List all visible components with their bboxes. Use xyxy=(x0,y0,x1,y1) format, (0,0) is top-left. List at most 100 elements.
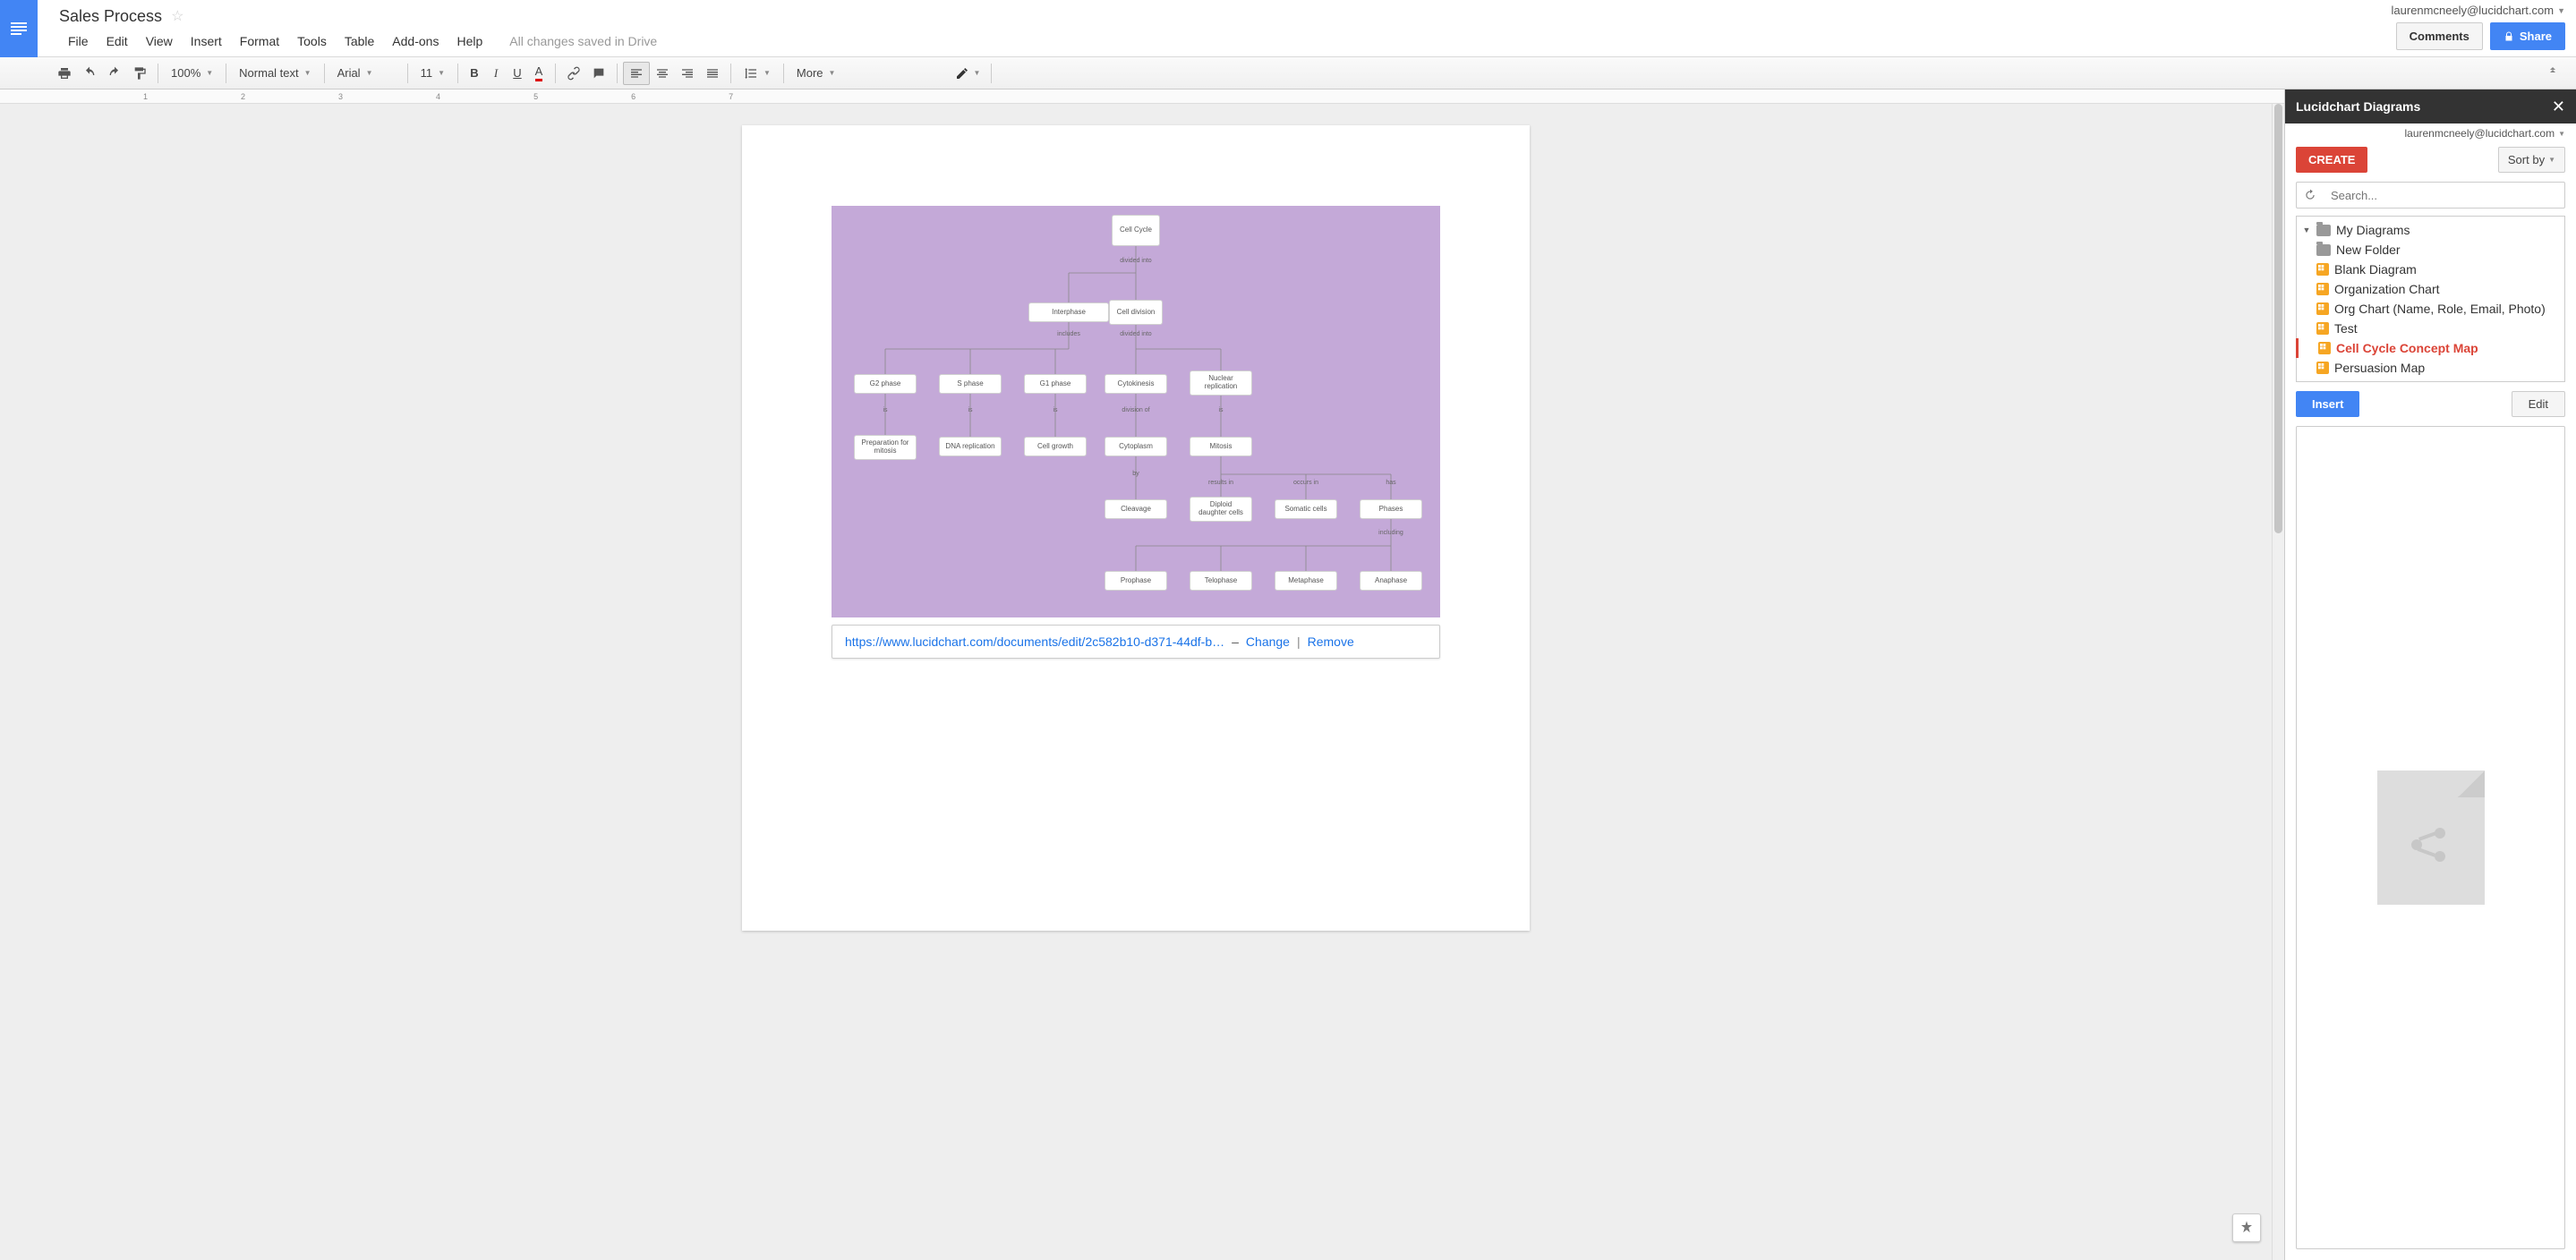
comments-button[interactable]: Comments xyxy=(2396,22,2483,50)
dg-label: divided into xyxy=(1109,331,1163,337)
create-button[interactable]: CREATE xyxy=(2296,147,2367,173)
dg-label: by xyxy=(1109,471,1163,477)
comment-button[interactable] xyxy=(586,62,611,85)
collapse-sidebar-button[interactable] xyxy=(2538,63,2567,83)
diagram-url-link[interactable]: https://www.lucidchart.com/documents/edi… xyxy=(845,634,1224,649)
star-icon[interactable]: ☆ xyxy=(171,7,183,25)
dg-label: is xyxy=(943,407,997,413)
menu-insert[interactable]: Insert xyxy=(182,30,231,52)
diagram-icon xyxy=(2316,283,2329,295)
dg-anaphase: Anaphase xyxy=(1360,571,1422,591)
explore-button[interactable] xyxy=(2232,1213,2261,1242)
docs-logo[interactable] xyxy=(0,0,38,57)
dg-label: division of xyxy=(1109,407,1163,413)
dg-somatic: Somatic cells xyxy=(1275,499,1337,519)
align-left-button[interactable] xyxy=(623,62,650,85)
undo-button[interactable] xyxy=(77,62,102,85)
dg-label: divided into xyxy=(1109,258,1163,264)
tree-item-selected[interactable]: Cell Cycle Concept Map xyxy=(2296,338,2564,358)
folder-icon xyxy=(2316,244,2331,256)
doc-title[interactable]: Sales Process xyxy=(59,7,162,26)
fontsize-dropdown[interactable]: 11▼ xyxy=(414,63,452,83)
pipe: | xyxy=(1297,634,1301,649)
tree-folder[interactable]: New Folder xyxy=(2297,240,2564,260)
menu-table[interactable]: Table xyxy=(336,30,383,52)
align-center-button[interactable] xyxy=(650,62,675,85)
insert-button[interactable]: Insert xyxy=(2296,391,2359,417)
edit-button[interactable]: Edit xyxy=(2512,391,2565,417)
tree-item[interactable]: Persuasion Map xyxy=(2297,358,2564,378)
vertical-scrollbar[interactable] xyxy=(2272,104,2284,1260)
dg-cell-cycle: Cell Cycle xyxy=(1112,215,1160,246)
diagram-tree: ▼ My Diagrams New Folder Blank Diagram O… xyxy=(2296,216,2565,382)
refresh-icon[interactable] xyxy=(2297,189,2324,201)
sidebar-user[interactable]: laurenmcneely@lucidchart.com ▼ xyxy=(2285,123,2576,141)
link-button[interactable] xyxy=(561,62,586,85)
share-label: Share xyxy=(2520,30,2552,43)
underline-button[interactable]: U xyxy=(507,62,528,85)
menu-format[interactable]: Format xyxy=(231,30,288,52)
dg-prophase: Prophase xyxy=(1105,571,1167,591)
tree-item[interactable]: Org Chart (Name, Role, Email, Photo) xyxy=(2297,299,2564,319)
user-account[interactable]: laurenmcneely@lucidchart.com ▼ xyxy=(2392,4,2565,17)
menu-addons[interactable]: Add-ons xyxy=(383,30,448,52)
dg-telophase: Telophase xyxy=(1190,571,1252,591)
change-link[interactable]: Change xyxy=(1246,634,1290,649)
dg-prep: Preparation for mitosis xyxy=(854,435,917,460)
diagram-icon xyxy=(2316,302,2329,315)
print-button[interactable] xyxy=(52,62,77,85)
dg-growth: Cell growth xyxy=(1024,437,1087,456)
dg-phases: Phases xyxy=(1360,499,1422,519)
line-spacing-button[interactable]: ▼ xyxy=(737,63,778,84)
caret-down-icon: ▼ xyxy=(2548,156,2555,164)
menu-edit[interactable]: Edit xyxy=(98,30,137,52)
chevron-down-icon: ▼ xyxy=(2302,226,2311,234)
bold-button[interactable]: B xyxy=(464,62,485,85)
toolbar: 100%▼ Normal text▼ Arial▼ 11▼ B I U A ▼ … xyxy=(0,57,2576,89)
dg-label: including xyxy=(1364,530,1418,536)
diagram-image[interactable]: Cell Cycle divided into Interphase Cell … xyxy=(832,206,1440,617)
dg-interphase: Interphase xyxy=(1028,302,1109,322)
folder-icon xyxy=(2316,225,2331,236)
dg-mitosis: Mitosis xyxy=(1190,437,1252,456)
dg-dna: DNA replication xyxy=(939,437,1002,456)
caret-down-icon: ▼ xyxy=(2557,6,2565,15)
text-color-button[interactable]: A xyxy=(528,62,550,85)
tree-item[interactable]: Test xyxy=(2297,319,2564,338)
editing-mode-button[interactable]: ▼ xyxy=(950,62,985,85)
menu-file[interactable]: File xyxy=(59,30,98,52)
menu-help[interactable]: Help xyxy=(448,30,491,52)
share-button[interactable]: Share xyxy=(2490,22,2565,50)
tree-item[interactable]: Blank Diagram xyxy=(2297,260,2564,279)
lucidchart-sidebar: Lucidchart Diagrams ✕ laurenmcneely@luci… xyxy=(2284,89,2576,1260)
dg-g1: G1 phase xyxy=(1024,374,1087,394)
dg-diploid: Diploid daughter cells xyxy=(1190,497,1252,522)
remove-link[interactable]: Remove xyxy=(1308,634,1354,649)
more-button[interactable]: More▼ xyxy=(789,63,843,83)
diagram-preview xyxy=(2296,426,2565,1249)
diagram-icon xyxy=(2316,362,2329,374)
dg-nuclear: Nuclear replication xyxy=(1190,370,1252,396)
dg-cytoplasm: Cytoplasm xyxy=(1105,437,1167,456)
font-dropdown[interactable]: Arial▼ xyxy=(330,63,402,83)
sort-button[interactable]: Sort by ▼ xyxy=(2498,147,2565,173)
dg-label: is xyxy=(858,407,912,413)
menu-tools[interactable]: Tools xyxy=(288,30,336,52)
menu-view[interactable]: View xyxy=(137,30,182,52)
align-right-button[interactable] xyxy=(675,62,700,85)
horizontal-ruler[interactable]: 1 2 3 4 5 6 7 xyxy=(0,89,2284,104)
search-input[interactable] xyxy=(2324,189,2564,202)
caret-down-icon: ▼ xyxy=(2558,130,2565,138)
tree-item[interactable]: Organization Chart xyxy=(2297,279,2564,299)
sidebar-title: Lucidchart Diagrams xyxy=(2296,99,2420,114)
redo-button[interactable] xyxy=(102,62,127,85)
italic-button[interactable]: I xyxy=(485,62,507,85)
zoom-dropdown[interactable]: 100%▼ xyxy=(164,63,220,83)
align-justify-button[interactable] xyxy=(700,62,725,85)
paint-format-button[interactable] xyxy=(127,62,152,85)
document-page[interactable]: Cell Cycle divided into Interphase Cell … xyxy=(742,125,1530,931)
link-bar: https://www.lucidchart.com/documents/edi… xyxy=(832,625,1440,659)
tree-root[interactable]: ▼ My Diagrams xyxy=(2297,220,2564,240)
close-icon[interactable]: ✕ xyxy=(2552,98,2565,116)
style-dropdown[interactable]: Normal text▼ xyxy=(232,63,318,83)
